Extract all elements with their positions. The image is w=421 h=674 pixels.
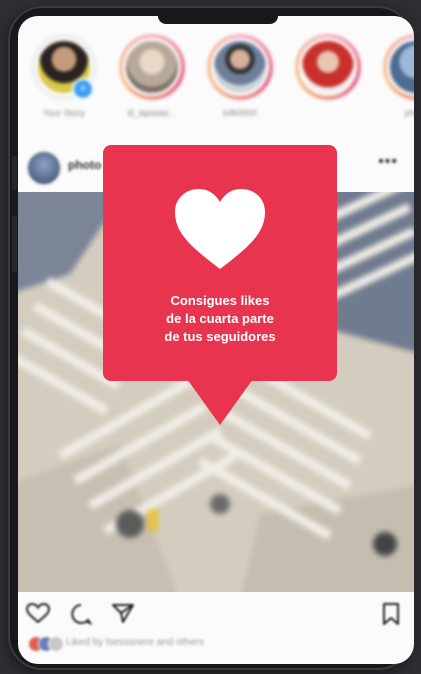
- likes-callout: Consigues likes de la cuarta parte de tu…: [103, 145, 337, 425]
- callout-line: Consigues likes: [170, 293, 270, 308]
- avatar: [387, 38, 414, 96]
- callout-pointer: [187, 379, 253, 425]
- story-name: Your Story: [43, 108, 85, 118]
- story-ring: [383, 34, 414, 100]
- callout-line: de la cuarta parte: [166, 311, 274, 326]
- story-name: lil_lapislaz...: [127, 108, 177, 118]
- share-icon[interactable]: [112, 603, 134, 623]
- avatar: [299, 38, 357, 96]
- avatar: [48, 636, 64, 652]
- phone-side-button: [12, 216, 17, 272]
- callout-message: Consigues likes de la cuarta parte de tu…: [103, 292, 337, 346]
- story-item[interactable]: lofti0000: [204, 34, 276, 118]
- post-actions: [18, 592, 414, 632]
- post-avatar[interactable]: [26, 150, 62, 186]
- stories-row[interactable]: + Your Story lil_lapislaz... lofti0000 p…: [18, 34, 414, 144]
- story-name: photo: [404, 108, 414, 118]
- story-item[interactable]: + Your Story: [28, 34, 100, 118]
- comment-icon[interactable]: [70, 603, 92, 625]
- liked-by-text: Liked by lsesssnere and others: [66, 637, 204, 648]
- callout-line: de tus seguidores: [164, 329, 276, 344]
- story-item[interactable]: lil_lapislaz...: [116, 34, 188, 118]
- liked-by[interactable]: Liked by lsesssnere and others: [18, 634, 414, 658]
- story-ring: [207, 34, 273, 100]
- liked-by-avatars: [28, 636, 64, 652]
- avatar: [211, 38, 269, 96]
- story-ring: [295, 34, 361, 100]
- more-dots-icon[interactable]: •••: [378, 153, 398, 171]
- post-username[interactable]: photo: [68, 158, 101, 172]
- story-item[interactable]: photo: [380, 34, 414, 118]
- phone-notch: [158, 16, 278, 24]
- add-story-icon[interactable]: +: [72, 78, 94, 100]
- avatar: [123, 38, 181, 96]
- story-item[interactable]: [292, 34, 364, 108]
- story-ring: [119, 34, 185, 100]
- story-name: lofti0000: [222, 108, 258, 118]
- heart-icon[interactable]: [26, 603, 50, 623]
- heart-icon: [175, 189, 265, 269]
- phone-side-button: [12, 156, 17, 190]
- bookmark-icon[interactable]: [382, 603, 400, 625]
